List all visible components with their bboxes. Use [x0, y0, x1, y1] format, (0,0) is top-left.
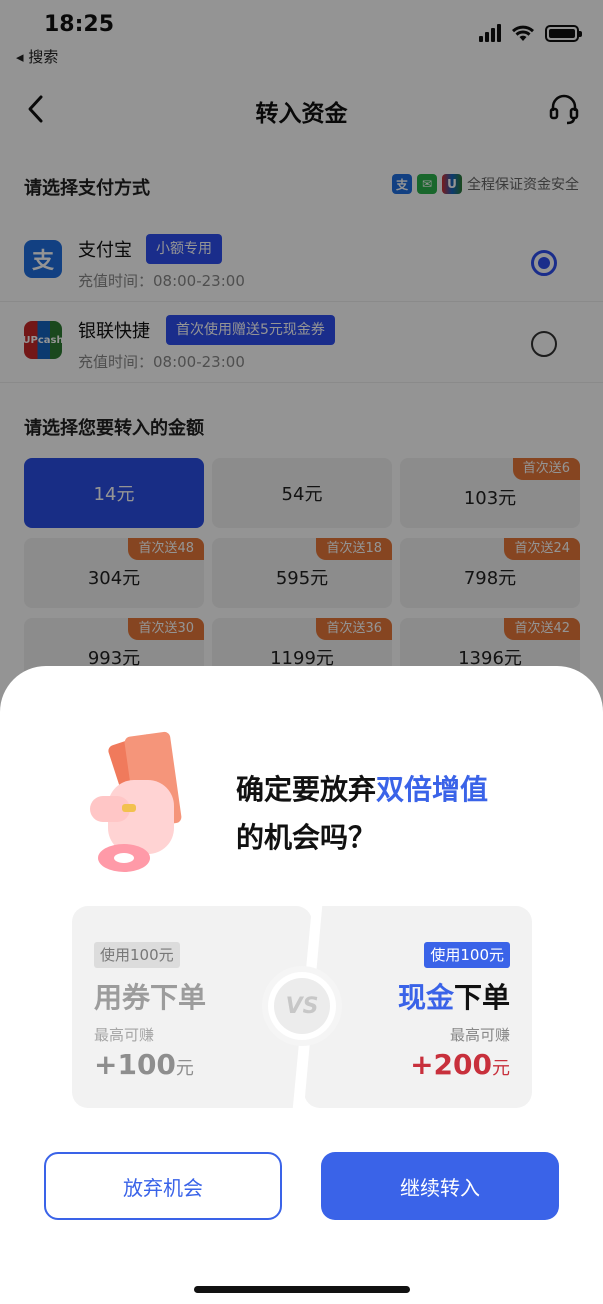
- cash-highlight: 现金: [397, 981, 454, 1014]
- cash-rest: 下单: [453, 981, 510, 1014]
- max-earn-value: +200元: [410, 1048, 510, 1081]
- home-indicator: [194, 1286, 410, 1293]
- dialog-headline: 确定要放弃双倍增值 的机会吗？: [236, 766, 488, 862]
- earn-unit: 元: [175, 1058, 194, 1079]
- give-up-button[interactable]: 放弃机会: [44, 1152, 282, 1220]
- use-amount-tag: 使用100元: [94, 942, 180, 968]
- vs-badge: VS: [268, 972, 336, 1040]
- headline-prefix: 确定要放弃: [236, 773, 377, 806]
- retention-dialog: 确定要放弃双倍增值 的机会吗？ 使用100元 用券下单 最高可赚 +100元 使…: [0, 666, 603, 1304]
- cash-order-card: 使用100元 现金下单 最高可赚 +200元: [304, 906, 532, 1108]
- headline-highlight: 双倍增值: [376, 773, 489, 806]
- continue-transfer-button[interactable]: 继续转入: [321, 1152, 559, 1220]
- headline-suffix: 的机会吗？: [236, 821, 377, 854]
- earn-number: +100: [94, 1048, 176, 1081]
- vs-text: VS: [274, 978, 330, 1034]
- earn-unit: 元: [492, 1058, 510, 1079]
- earn-number: +200: [410, 1048, 492, 1081]
- hand-holding-money-icon: [90, 731, 182, 872]
- max-earn-label: 最高可赚: [94, 1026, 155, 1044]
- max-earn-value: +100元: [94, 1048, 194, 1081]
- cash-order-title: 现金下单: [398, 976, 510, 1016]
- use-amount-tag: 使用100元: [424, 942, 510, 968]
- max-earn-label: 最高可赚: [449, 1026, 510, 1044]
- coupon-order-title: 用券下单: [94, 981, 207, 1014]
- comparison-panel: 使用100元 用券下单 最高可赚 +100元 使用100元 现金下单 最高可赚 …: [72, 906, 532, 1108]
